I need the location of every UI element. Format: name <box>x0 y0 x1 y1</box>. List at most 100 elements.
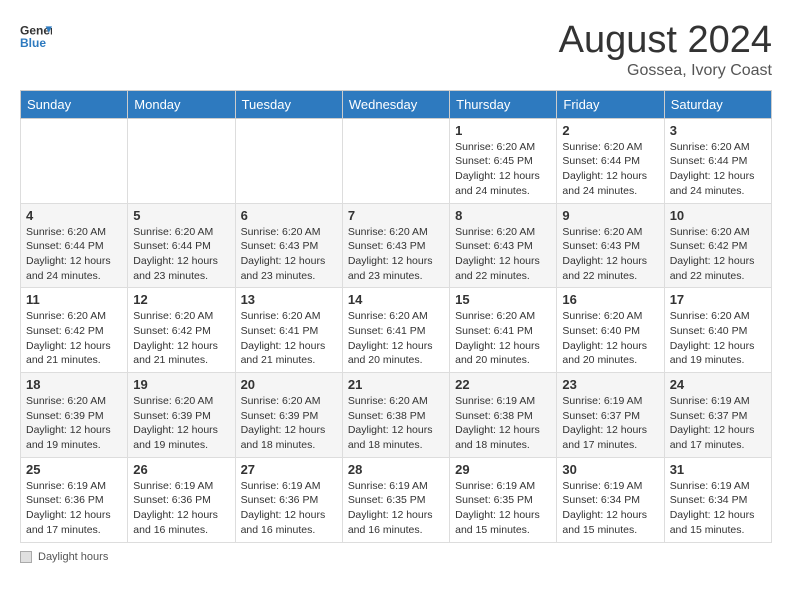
day-of-week-header: Thursday <box>450 90 557 118</box>
calendar-cell: 11Sunrise: 6:20 AM Sunset: 6:42 PM Dayli… <box>21 288 128 373</box>
day-info: Sunrise: 6:19 AM Sunset: 6:36 PM Dayligh… <box>26 479 122 538</box>
day-info: Sunrise: 6:20 AM Sunset: 6:44 PM Dayligh… <box>26 225 122 284</box>
day-number: 26 <box>133 462 229 477</box>
day-number: 27 <box>241 462 337 477</box>
title-area: August 2024 Gossea, Ivory Coast <box>559 20 772 80</box>
day-info: Sunrise: 6:20 AM Sunset: 6:41 PM Dayligh… <box>455 309 551 368</box>
day-of-week-header: Wednesday <box>342 90 449 118</box>
calendar-cell: 9Sunrise: 6:20 AM Sunset: 6:43 PM Daylig… <box>557 203 664 288</box>
day-number: 28 <box>348 462 444 477</box>
day-number: 16 <box>562 292 658 307</box>
day-info: Sunrise: 6:20 AM Sunset: 6:43 PM Dayligh… <box>241 225 337 284</box>
day-number: 21 <box>348 377 444 392</box>
day-number: 10 <box>670 208 766 223</box>
day-number: 5 <box>133 208 229 223</box>
calendar-cell <box>128 118 235 203</box>
calendar-cell: 17Sunrise: 6:20 AM Sunset: 6:40 PM Dayli… <box>664 288 771 373</box>
calendar: SundayMondayTuesdayWednesdayThursdayFrid… <box>20 90 772 543</box>
header: General Blue August 2024 Gossea, Ivory C… <box>20 20 772 80</box>
day-info: Sunrise: 6:19 AM Sunset: 6:35 PM Dayligh… <box>348 479 444 538</box>
day-info: Sunrise: 6:20 AM Sunset: 6:44 PM Dayligh… <box>562 140 658 199</box>
day-info: Sunrise: 6:20 AM Sunset: 6:39 PM Dayligh… <box>241 394 337 453</box>
day-info: Sunrise: 6:20 AM Sunset: 6:41 PM Dayligh… <box>241 309 337 368</box>
day-of-week-header: Friday <box>557 90 664 118</box>
calendar-cell: 29 Sunrise: 6:19 AM Sunset: 6:35 PM Dayli… <box>450 457 557 542</box>
calendar-cell: 15Sunrise: 6:20 AM Sunset: 6:41 PM Dayli… <box>450 288 557 373</box>
day-info: Sunrise: 6:20 AM Sunset: 6:42 PM Dayligh… <box>133 309 229 368</box>
calendar-cell <box>235 118 342 203</box>
logo: General Blue <box>20 20 52 52</box>
day-info: Sunrise: 6:19 AM Sunset: 6:37 PM Dayligh… <box>670 394 766 453</box>
calendar-cell <box>342 118 449 203</box>
day-number: 31 <box>670 462 766 477</box>
calendar-cell: 18 Sunrise: 6:20 AM Sunset: 6:39 PM Dayli… <box>21 373 128 458</box>
calendar-cell: 6 Sunrise: 6:20 AM Sunset: 6:43 PM Daylig… <box>235 203 342 288</box>
logo-icon: General Blue <box>20 20 52 52</box>
day-number: 7 <box>348 208 444 223</box>
calendar-cell: 27Sunrise: 6:19 AM Sunset: 6:36 PM Dayli… <box>235 457 342 542</box>
day-info: Sunrise: 6:20 AM Sunset: 6:43 PM Dayligh… <box>348 225 444 284</box>
calendar-cell: 21 Sunrise: 6:20 AM Sunset: 6:38 PM Dayli… <box>342 373 449 458</box>
day-number: 18 <box>26 377 122 392</box>
calendar-cell: 2 Sunrise: 6:20 AM Sunset: 6:44 PM Daylig… <box>557 118 664 203</box>
day-number: 30 <box>562 462 658 477</box>
day-info: Sunrise: 6:20 AM Sunset: 6:40 PM Dayligh… <box>562 309 658 368</box>
calendar-cell: 16 Sunrise: 6:20 AM Sunset: 6:40 PM Dayli… <box>557 288 664 373</box>
svg-text:General: General <box>20 23 52 37</box>
daylight-label: Daylight hours <box>38 551 108 563</box>
day-info: Sunrise: 6:20 AM Sunset: 6:42 PM Dayligh… <box>670 225 766 284</box>
day-info: Sunrise: 6:20 AM Sunset: 6:41 PM Dayligh… <box>348 309 444 368</box>
calendar-cell: 31 Sunrise: 6:19 AM Sunset: 6:34 PM Dayli… <box>664 457 771 542</box>
day-info: Sunrise: 6:19 AM Sunset: 6:37 PM Dayligh… <box>562 394 658 453</box>
day-number: 25 <box>26 462 122 477</box>
day-number: 4 <box>26 208 122 223</box>
day-number: 12 <box>133 292 229 307</box>
day-of-week-header: Saturday <box>664 90 771 118</box>
calendar-cell: 19Sunrise: 6:20 AM Sunset: 6:39 PM Dayli… <box>128 373 235 458</box>
day-number: 17 <box>670 292 766 307</box>
svg-text:Blue: Blue <box>20 36 46 50</box>
day-info: Sunrise: 6:20 AM Sunset: 6:44 PM Dayligh… <box>670 140 766 199</box>
day-info: Sunrise: 6:20 AM Sunset: 6:44 PM Dayligh… <box>133 225 229 284</box>
day-of-week-header: Sunday <box>21 90 128 118</box>
day-number: 6 <box>241 208 337 223</box>
day-number: 22 <box>455 377 551 392</box>
day-info: Sunrise: 6:19 AM Sunset: 6:34 PM Dayligh… <box>670 479 766 538</box>
calendar-cell: 12 Sunrise: 6:20 AM Sunset: 6:42 PM Dayli… <box>128 288 235 373</box>
calendar-cell: 22Sunrise: 6:19 AM Sunset: 6:38 PM Dayli… <box>450 373 557 458</box>
calendar-cell: 5 Sunrise: 6:20 AM Sunset: 6:44 PM Daylig… <box>128 203 235 288</box>
calendar-cell: 10 Sunrise: 6:20 AM Sunset: 6:42 PM Dayli… <box>664 203 771 288</box>
day-number: 2 <box>562 123 658 138</box>
day-info: Sunrise: 6:20 AM Sunset: 6:39 PM Dayligh… <box>26 394 122 453</box>
day-number: 29 <box>455 462 551 477</box>
calendar-cell: 25 Sunrise: 6:19 AM Sunset: 6:36 PM Dayli… <box>21 457 128 542</box>
day-info: Sunrise: 6:20 AM Sunset: 6:43 PM Dayligh… <box>455 225 551 284</box>
day-info: Sunrise: 6:20 AM Sunset: 6:43 PM Dayligh… <box>562 225 658 284</box>
day-number: 24 <box>670 377 766 392</box>
calendar-cell: 20 Sunrise: 6:20 AM Sunset: 6:39 PM Dayli… <box>235 373 342 458</box>
calendar-cell <box>21 118 128 203</box>
day-number: 20 <box>241 377 337 392</box>
calendar-cell: 3Sunrise: 6:20 AM Sunset: 6:44 PM Daylig… <box>664 118 771 203</box>
calendar-cell: 4 Sunrise: 6:20 AM Sunset: 6:44 PM Daylig… <box>21 203 128 288</box>
calendar-cell: 8 Sunrise: 6:20 AM Sunset: 6:43 PM Daylig… <box>450 203 557 288</box>
day-number: 1 <box>455 123 551 138</box>
day-info: Sunrise: 6:19 AM Sunset: 6:36 PM Dayligh… <box>133 479 229 538</box>
calendar-cell: 14 Sunrise: 6:20 AM Sunset: 6:41 PM Dayli… <box>342 288 449 373</box>
calendar-cell: 13Sunrise: 6:20 AM Sunset: 6:41 PM Dayli… <box>235 288 342 373</box>
day-info: Sunrise: 6:19 AM Sunset: 6:35 PM Dayligh… <box>455 479 551 538</box>
calendar-cell: 28 Sunrise: 6:19 AM Sunset: 6:35 PM Dayli… <box>342 457 449 542</box>
day-number: 19 <box>133 377 229 392</box>
day-number: 23 <box>562 377 658 392</box>
calendar-cell: 24 Sunrise: 6:19 AM Sunset: 6:37 PM Dayli… <box>664 373 771 458</box>
day-number: 11 <box>26 292 122 307</box>
day-of-week-header: Monday <box>128 90 235 118</box>
day-info: Sunrise: 6:20 AM Sunset: 6:38 PM Dayligh… <box>348 394 444 453</box>
calendar-cell: 26 Sunrise: 6:19 AM Sunset: 6:36 PM Dayli… <box>128 457 235 542</box>
day-number: 14 <box>348 292 444 307</box>
day-info: Sunrise: 6:19 AM Sunset: 6:34 PM Dayligh… <box>562 479 658 538</box>
calendar-cell: 7 Sunrise: 6:20 AM Sunset: 6:43 PM Daylig… <box>342 203 449 288</box>
day-number: 8 <box>455 208 551 223</box>
location-title: Gossea, Ivory Coast <box>559 62 772 80</box>
calendar-cell: 23 Sunrise: 6:19 AM Sunset: 6:37 PM Dayli… <box>557 373 664 458</box>
